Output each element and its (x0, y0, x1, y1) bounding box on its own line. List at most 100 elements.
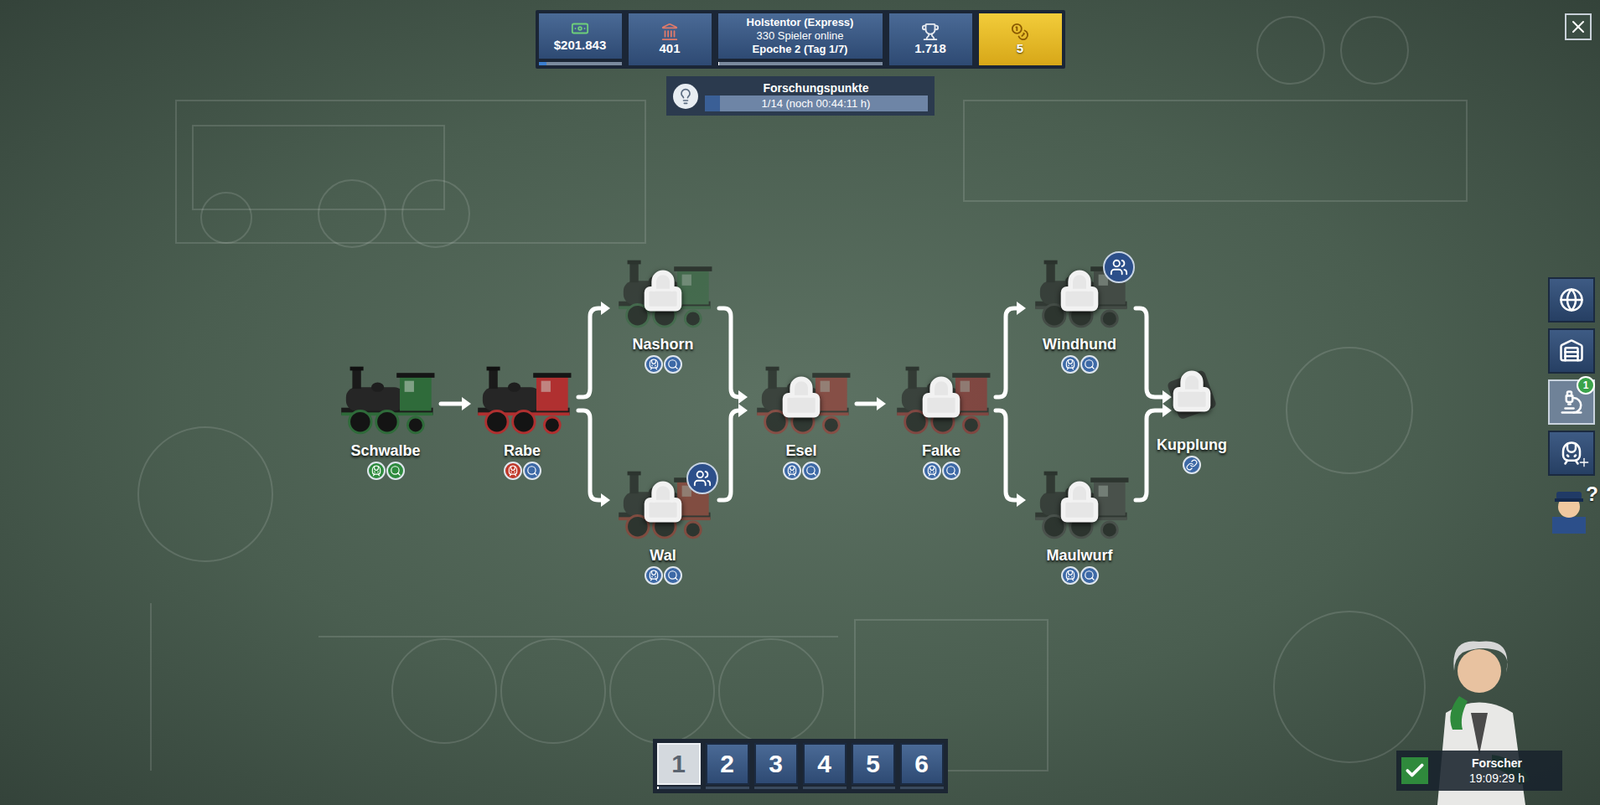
status-badge (503, 461, 523, 481)
research-screen: $201.843401Holstentor (Express)330 Spiel… (0, 0, 1600, 805)
page-tab[interactable]: 1 (657, 743, 701, 786)
train-icon (786, 465, 798, 477)
research-node[interactable]: Kupplung (1120, 346, 1264, 475)
help-avatar[interactable]: ? (1548, 481, 1600, 534)
lock-icon (1057, 269, 1102, 313)
train-plus-icon (1558, 440, 1585, 467)
side-menu-button[interactable] (1548, 430, 1595, 477)
notification-badge: 1 (1576, 376, 1595, 395)
status-badge (367, 461, 386, 481)
status-badge (644, 355, 663, 374)
status-badge (922, 461, 942, 481)
research-progress: 1/14 (noch 00:44:11 h) (704, 95, 928, 112)
link-icon (1185, 459, 1198, 472)
status-badge (663, 566, 683, 586)
side-menu-button[interactable] (1548, 328, 1595, 374)
page-progress (705, 787, 750, 790)
page-tab[interactable]: 5 (851, 743, 896, 786)
group-bonus-badge (686, 462, 719, 495)
page-tab[interactable]: 6 (900, 743, 944, 786)
lock-icon (641, 480, 685, 524)
page-tabs: 123456 (652, 739, 948, 794)
magnifier-icon (805, 465, 818, 477)
train-icon (1064, 569, 1077, 582)
lightbulb-icon (677, 88, 694, 105)
status-badge (1182, 455, 1202, 475)
globe-icon (1558, 287, 1585, 313)
train-icon (370, 465, 383, 477)
train-icon (507, 465, 519, 477)
train-icon (647, 569, 660, 582)
page-tab[interactable]: 4 (802, 743, 847, 786)
lock-icon (641, 269, 685, 313)
magnifier-icon (667, 569, 679, 582)
page-progress (900, 787, 944, 790)
status-badge (386, 461, 405, 481)
lock-icon (919, 375, 964, 420)
status-badge (1080, 355, 1099, 374)
page-tab[interactable]: 3 (754, 743, 798, 786)
magnifier-icon (1083, 358, 1096, 371)
status-badge (644, 566, 663, 586)
research-node[interactable]: Falke (869, 352, 1013, 481)
magnifier-icon (526, 465, 539, 477)
gold-icon (1010, 22, 1030, 42)
status-badge (1061, 566, 1080, 586)
train-icon (1064, 358, 1077, 371)
top-bar: $201.843401Holstentor (Express)330 Spiel… (535, 10, 1066, 69)
group-bonus-badge (1102, 251, 1135, 284)
close-button[interactable] (1564, 13, 1592, 41)
lock-icon (779, 375, 824, 420)
magnifier-icon (945, 465, 958, 477)
station-icon (1558, 338, 1585, 364)
train-icon (647, 358, 660, 371)
research-node[interactable]: Windhund (1008, 246, 1151, 374)
page-tab[interactable]: 2 (705, 743, 750, 786)
gold-display[interactable]: 5 (978, 13, 1062, 66)
ranking-icon (921, 22, 940, 42)
train-icon (926, 465, 938, 477)
research-node[interactable]: Nashorn (591, 246, 735, 374)
research-node[interactable]: Schwalbe (314, 352, 457, 481)
check-icon (1403, 760, 1426, 782)
status-badge (1080, 566, 1099, 586)
magnifier-icon (389, 465, 402, 477)
server-display[interactable]: Holstentor (Express)330 Spieler onlineEp… (718, 13, 883, 66)
conductor-icon (1548, 483, 1590, 534)
prestige-icon (660, 22, 679, 42)
prestige-display[interactable]: 401 (628, 13, 712, 66)
status-badge (802, 461, 821, 481)
research-node[interactable]: Esel (730, 352, 873, 481)
page-progress (802, 787, 847, 790)
locomotive-icon (466, 352, 578, 441)
research-points-panel: Forschungspunkte1/14 (noch 00:44:11 h) (666, 76, 935, 116)
epoch-progress (718, 62, 883, 66)
close-icon (1568, 16, 1589, 37)
page-progress (851, 787, 896, 790)
lock-icon (1170, 369, 1214, 414)
money-icon (570, 19, 590, 38)
money-display[interactable]: $201.843 (538, 13, 622, 66)
research-node[interactable]: Rabe (450, 352, 594, 481)
status-badge (782, 461, 802, 481)
status-badge (522, 461, 542, 481)
lock-icon (1057, 480, 1102, 524)
side-menu: 1? (1548, 277, 1600, 534)
status-badge (1061, 355, 1080, 374)
page-progress (754, 787, 798, 790)
research-node[interactable]: Wal (591, 457, 735, 586)
status-badge (942, 461, 961, 481)
status-badge (663, 355, 683, 374)
side-menu-button[interactable] (1548, 277, 1595, 323)
page-progress (657, 787, 701, 790)
researcher-panel[interactable]: Forscher19:09:29 h (1396, 750, 1563, 792)
side-menu-button[interactable]: 1 (1548, 379, 1595, 425)
magnifier-icon (1083, 569, 1096, 582)
locomotive-icon (330, 352, 441, 441)
rank-display[interactable]: 1.718 (889, 13, 973, 66)
money-progress (538, 62, 622, 66)
research-node[interactable]: Maulwurf (1008, 457, 1151, 586)
people-icon (1109, 258, 1129, 277)
people-icon (693, 469, 712, 488)
magnifier-icon (667, 358, 679, 371)
